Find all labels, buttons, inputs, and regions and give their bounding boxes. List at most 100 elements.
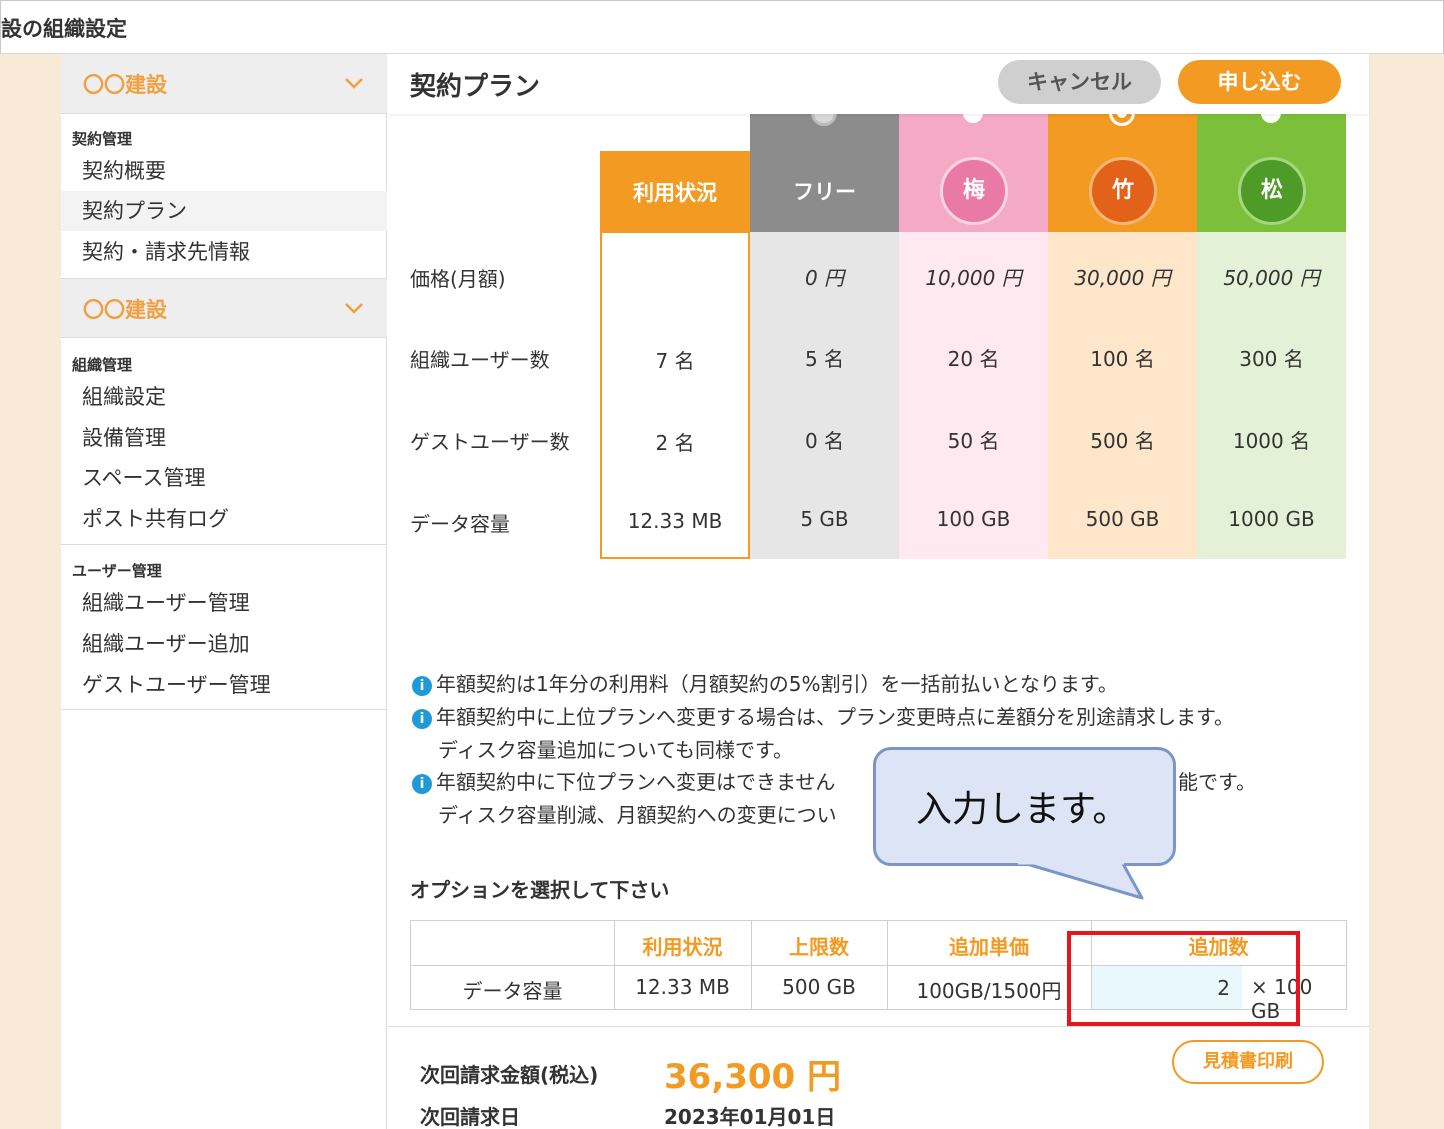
- plan-guest-users: 0 名: [804, 429, 845, 453]
- sidebar: 〇〇建設 契約管理 契約概要 契約プラン 契約・請求先情報 〇〇建設 組織管理 …: [61, 54, 387, 1129]
- badge-text: 竹: [1111, 178, 1134, 203]
- plan-body: 0 円 5 名 0 名 5 GB: [750, 232, 899, 559]
- plan-storage: 500 GB: [1085, 507, 1160, 531]
- plan-storage: 1000 GB: [1228, 507, 1315, 531]
- plan-storage: 100 GB: [936, 507, 1011, 531]
- plan-org-users: 100 名: [1090, 347, 1155, 371]
- info-icon: i: [412, 774, 432, 794]
- plan-price: 50,000 円: [1223, 266, 1320, 290]
- info-icon: i: [412, 676, 432, 696]
- badge-text: 梅: [962, 178, 985, 203]
- usage-org-users: 7 名: [655, 349, 695, 373]
- take-emblem-icon: 竹: [1089, 157, 1157, 225]
- sidebar-item-equipment[interactable]: 設備管理: [61, 418, 387, 458]
- info-icon: i: [412, 709, 432, 729]
- billing-date-label: 次回請求日: [420, 1105, 520, 1129]
- plan-org-users: 20 名: [947, 347, 1000, 371]
- note-downgrade-end: 能です。: [1178, 770, 1256, 794]
- plan-guest-users: 50 名: [947, 429, 1000, 453]
- options-header-usage: 利用状況: [642, 935, 723, 959]
- options-row-name: データ容量: [462, 979, 563, 1003]
- sidebar-item-space[interactable]: スペース管理: [61, 458, 387, 498]
- plan-guest-users: 500 名: [1090, 429, 1155, 453]
- usage-column: 利用状況 7 名 2 名 12.33 MB: [600, 151, 750, 559]
- background-left: [0, 54, 61, 1129]
- plan-body: 50,000 円 300 名 1000 名 1000 GB: [1197, 232, 1346, 559]
- note-downgrade: i 年額契約中に下位プランへ変更はできません: [412, 766, 835, 795]
- row-label-price: 価格(月額): [410, 267, 506, 291]
- ume-emblem-icon: 梅: [940, 157, 1008, 225]
- sidebar-item-user-management[interactable]: 組織ユーザー管理: [61, 583, 387, 623]
- billing-date: 2023年01月01日: [664, 1105, 836, 1129]
- section-label-org: 組織管理: [72, 356, 133, 374]
- row-label-guest-users: ゲストユーザー数: [410, 430, 570, 454]
- org-name: 〇〇建設: [83, 73, 167, 97]
- note-upgrade: i 年額契約中に上位プランへ変更する場合は、プラン変更時点に差額分を別途請求します…: [412, 701, 1234, 730]
- plan-storage: 5 GB: [800, 507, 849, 531]
- callout-bubble: 入力します。: [873, 747, 1176, 866]
- row-label-org-users: 組織ユーザー数: [410, 348, 550, 372]
- callout-text: 入力します。: [916, 789, 1129, 830]
- matsu-emblem-icon: 松: [1238, 157, 1306, 225]
- usage-guest-users: 2 名: [655, 431, 695, 455]
- usage-header: 利用状況: [600, 151, 750, 233]
- section-label-contract: 契約管理: [72, 130, 133, 148]
- options-row-unit-price: 100GB/1500円: [916, 979, 1062, 1003]
- sidebar-item-add-user[interactable]: 組織ユーザー追加: [61, 624, 387, 664]
- org-selector-2[interactable]: 〇〇建設: [61, 278, 387, 338]
- plan-header: 松: [1197, 100, 1346, 232]
- options-header-unit-price: 追加単価: [949, 935, 1029, 959]
- options-row-usage: 12.33 MB: [635, 975, 730, 999]
- org-selector-1[interactable]: 〇〇建設: [61, 54, 387, 114]
- options-header-limit: 上限数: [789, 935, 849, 959]
- options-row-limit: 500 GB: [782, 975, 856, 999]
- divider: [388, 1026, 1369, 1027]
- plan-header: 竹: [1048, 100, 1197, 232]
- note-text: 年額契約中に上位プランへ変更する場合は、プラン変更時点に差額分を別途請求します。: [436, 705, 1234, 729]
- row-label-storage: データ容量: [410, 512, 510, 536]
- chevron-down-icon: [345, 78, 363, 89]
- plan-guest-users: 1000 名: [1232, 429, 1311, 453]
- options-title: オプションを選択して下さい: [410, 878, 670, 902]
- usage-storage: 12.33 MB: [627, 509, 723, 533]
- usage-label: 利用状況: [633, 181, 717, 205]
- section-label-users: ユーザー管理: [72, 562, 162, 580]
- plan-body: 30,000 円 100 名 500 名 500 GB: [1048, 232, 1197, 559]
- print-estimate-button[interactable]: 見積書印刷: [1172, 1040, 1324, 1084]
- sidebar-item-post-log[interactable]: ポスト共有ログ: [61, 499, 387, 539]
- plan-price: 30,000 円: [1074, 266, 1171, 290]
- top-bar: 設の組織設定: [0, 0, 1444, 54]
- plan-header: 梅: [899, 100, 1048, 232]
- note-annual-discount: i 年額契約は1年分の利用料（月額契約の5%割引）を一括前払いとなります。: [412, 668, 1118, 697]
- apply-button[interactable]: 申し込む: [1178, 60, 1341, 104]
- badge-text: 松: [1260, 178, 1283, 203]
- divider: [61, 544, 387, 545]
- chevron-down-icon: [345, 303, 363, 314]
- cancel-button[interactable]: キャンセル: [998, 60, 1161, 104]
- plan-header: フリー: [750, 100, 899, 232]
- plan-org-users: 5 名: [804, 347, 845, 371]
- note-disk-same: ディスク容量追加についても同様です。: [438, 738, 793, 762]
- sidebar-item-guest-users[interactable]: ゲストユーザー管理: [61, 665, 387, 705]
- content-title: 契約プラン: [410, 72, 541, 102]
- sidebar-item-contract-overview[interactable]: 契約概要: [61, 151, 387, 191]
- sidebar-item-billing-info[interactable]: 契約・請求先情報: [61, 232, 387, 272]
- sidebar-item-contract-plan[interactable]: 契約プラン: [61, 191, 387, 231]
- divider: [61, 709, 387, 710]
- billing-amount-label: 次回請求金額(税込): [420, 1063, 599, 1087]
- content-header: 契約プラン キャンセル 申し込む: [388, 54, 1369, 114]
- background-right: [1369, 54, 1444, 1129]
- plan-name: フリー: [793, 180, 856, 204]
- note-disk-reduce: ディスク容量削減、月額契約への変更につい: [438, 803, 837, 827]
- note-text: 年額契約中に下位プランへ変更はできません: [436, 770, 836, 794]
- billing-amount: 36,300 円: [664, 1057, 842, 1097]
- sidebar-item-org-settings[interactable]: 組織設定: [61, 377, 387, 417]
- note-text: 年額契約は1年分の利用料（月額契約の5%割引）を一括前払いとなります。: [436, 672, 1118, 696]
- page-title: 設の組織設定: [1, 17, 127, 41]
- plan-body: 10,000 円 20 名 50 名 100 GB: [899, 232, 1048, 559]
- highlight-box: [1067, 931, 1300, 1026]
- plan-org-users: 300 名: [1239, 347, 1304, 371]
- org-name: 〇〇建設: [83, 298, 167, 322]
- plan-price: 10,000 円: [925, 266, 1022, 290]
- plan-price: 0 円: [804, 266, 845, 290]
